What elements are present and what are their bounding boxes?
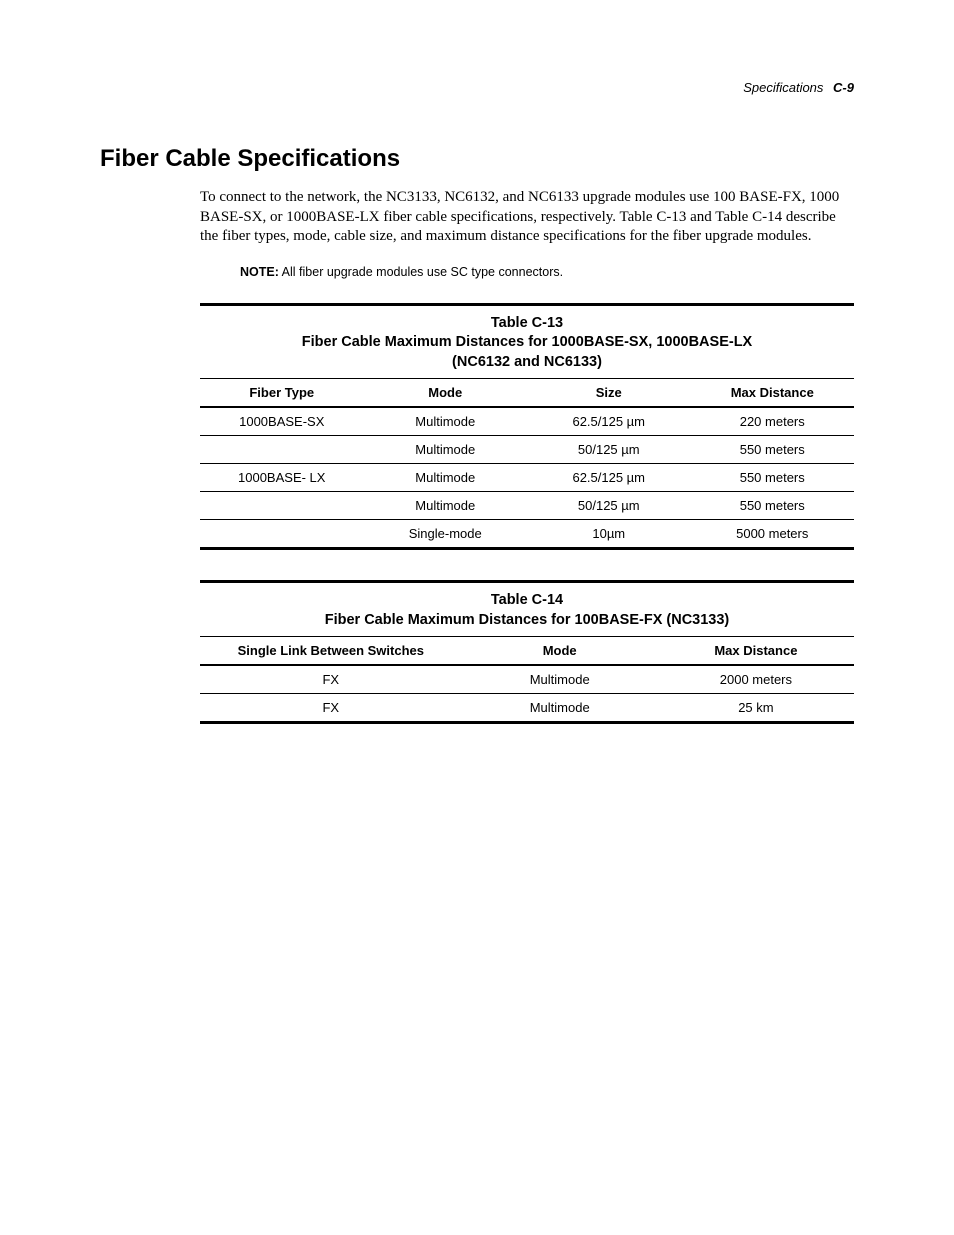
note-text: All fiber upgrade modules use SC type co… [279,265,563,279]
table-row: Multimode 50/125 µm 550 meters [200,436,854,464]
table-c13-th-2: Size [527,379,691,408]
table-c14-header-row: Single Link Between Switches Mode Max Di… [200,637,854,666]
table-row: FX Multimode 25 km [200,694,854,722]
table-row: 1000BASE-SX Multimode 62.5/125 µm 220 me… [200,407,854,436]
table-c14-th-2: Max Distance [658,637,854,666]
table-c14: Table C-14 Fiber Cable Maximum Distances… [200,580,854,724]
table-row: FX Multimode 2000 meters [200,665,854,694]
cell: 550 meters [691,492,855,520]
table-c13-caption: Table C-13 Fiber Cable Maximum Distances… [200,306,854,379]
table-row: Single-mode 10µm 5000 meters [200,520,854,548]
cell: 62.5/125 µm [527,407,691,436]
cell: Multimode [462,694,658,722]
cell: Multimode [364,407,528,436]
table-c13-caption-line3: (NC6132 and NC6133) [240,353,814,373]
cell: 220 meters [691,407,855,436]
intro-paragraph: To connect to the network, the NC3133, N… [200,188,854,247]
header-page-number: C-9 [827,80,854,95]
table-c13-caption-line1: Table C-13 [240,314,814,334]
cell: 1000BASE-SX [200,407,364,436]
cell: FX [200,665,462,694]
page-title: Fiber Cable Specifications [100,145,854,173]
cell: 62.5/125 µm [527,464,691,492]
cell: 50/125 µm [527,492,691,520]
table-c13-th-1: Mode [364,379,528,408]
note-block: NOTE: All fiber upgrade modules use SC t… [240,265,854,279]
cell: Multimode [364,492,528,520]
cell: 50/125 µm [527,436,691,464]
note-label: NOTE: [240,265,279,279]
cell: 1000BASE- LX [200,464,364,492]
cell: Multimode [364,464,528,492]
table-row: Multimode 50/125 µm 550 meters [200,492,854,520]
cell: 550 meters [691,464,855,492]
cell: Multimode [364,436,528,464]
table-c14-th-1: Mode [462,637,658,666]
cell: Single-mode [364,520,528,548]
cell: 25 km [658,694,854,722]
page-header: Specifications C-9 [100,80,854,95]
cell: FX [200,694,462,722]
cell [200,492,364,520]
table-c14-caption: Table C-14 Fiber Cable Maximum Distances… [200,583,854,636]
table-c13-caption-line2: Fiber Cable Maximum Distances for 1000BA… [240,333,814,353]
cell: 10µm [527,520,691,548]
table-c13-th-0: Fiber Type [200,379,364,408]
table-c14-th-0: Single Link Between Switches [200,637,462,666]
cell: 550 meters [691,436,855,464]
table-c13-header-row: Fiber Type Mode Size Max Distance [200,379,854,408]
table-row: 1000BASE- LX Multimode 62.5/125 µm 550 m… [200,464,854,492]
cell: 2000 meters [658,665,854,694]
cell: 5000 meters [691,520,855,548]
cell [200,520,364,548]
table-c14-caption-line1: Table C-14 [240,591,814,611]
cell [200,436,364,464]
table-c13-th-3: Max Distance [691,379,855,408]
header-section: Specifications [743,80,823,95]
cell: Multimode [462,665,658,694]
table-c14-caption-line2: Fiber Cable Maximum Distances for 100BAS… [240,611,814,631]
table-c13: Table C-13 Fiber Cable Maximum Distances… [200,303,854,551]
